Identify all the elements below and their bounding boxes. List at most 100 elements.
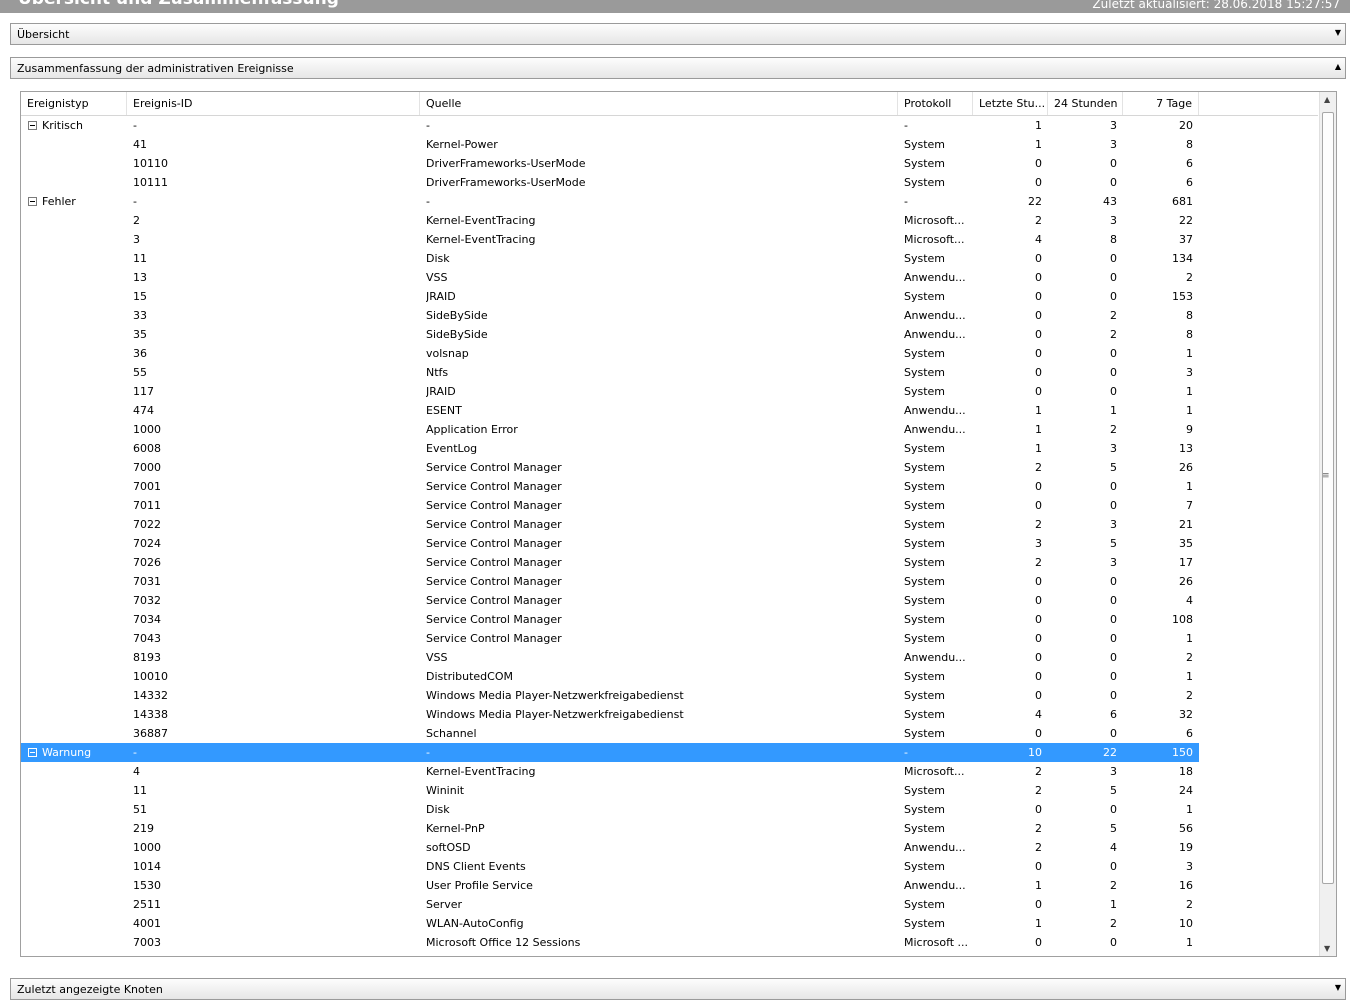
table-row[interactable]: 7026 Service Control Manager System 2 3 17	[21, 553, 1199, 572]
table-row[interactable]: 7034 Service Control Manager System 0 0 108	[21, 610, 1199, 629]
table-row[interactable]: 117 JRAID System 0 0 1	[21, 382, 1199, 401]
cell-log: System	[904, 784, 946, 797]
column-header-event-type[interactable]: Ereignistyp	[21, 92, 127, 115]
table-row[interactable]: 11 Disk System 0 0 134	[21, 249, 1199, 268]
cell-7-days: 8	[1186, 309, 1193, 322]
table-row[interactable]: 7024 Service Control Manager System 3 5 35	[21, 534, 1199, 553]
column-header-source[interactable]: Quelle	[420, 92, 898, 115]
cell-7-days: 56	[1179, 822, 1193, 835]
cell-last-hour: 0	[1035, 803, 1042, 816]
table-row[interactable]: 2511 Server System 0 1 2	[21, 895, 1199, 914]
column-header-last-hour[interactable]: Letzte Stu...	[973, 92, 1048, 115]
section-admin-events-header[interactable]: Zusammenfassung der administrativen Erei…	[10, 57, 1346, 79]
table-row[interactable]: 8193 VSS Anwendu... 0 0 2	[21, 648, 1199, 667]
column-header-event-id[interactable]: Ereignis-ID	[127, 92, 420, 115]
table-row[interactable]: 14332 Windows Media Player-Netzwerkfreiga…	[21, 686, 1199, 705]
table-row[interactable]: 6008 EventLog System 1 3 13	[21, 439, 1199, 458]
table-row[interactable]: 3 Kernel-EventTracing Microsoft... 4 8 37	[21, 230, 1199, 249]
cell-last-hour: 0	[1035, 727, 1042, 740]
cell-log: System	[904, 898, 946, 911]
cell-7-days: 26	[1179, 575, 1193, 588]
table-row[interactable]: 7031 Service Control Manager System 0 0 26	[21, 572, 1199, 591]
cell-last-hour: 0	[1035, 689, 1042, 702]
cell-event-type: Fehler	[28, 192, 126, 211]
cell-24-hours: 3	[1110, 214, 1117, 227]
table-row[interactable]: 7043 Service Control Manager System 0 0 1	[21, 629, 1199, 648]
table-row[interactable]: 474 ESENT Anwendu... 1 1 1	[21, 401, 1199, 420]
table-row[interactable]: 35 SideBySide Anwendu... 0 2 8	[21, 325, 1199, 344]
cell-event-id: 41	[133, 138, 147, 151]
cell-7-days: 19	[1179, 841, 1193, 854]
table-row[interactable]: 10110 DriverFrameworks-UserMode System 0 0 6	[21, 154, 1199, 173]
cell-last-hour: 0	[1035, 632, 1042, 645]
table-row[interactable]: 1000 softOSD Anwendu... 2 4 19	[21, 838, 1199, 857]
table-row[interactable]: 4 Kernel-EventTracing Microsoft... 2 3 18	[21, 762, 1199, 781]
table-row[interactable]: 55 Ntfs System 0 0 3	[21, 363, 1199, 382]
section-overview-header[interactable]: Übersicht ▼	[10, 23, 1346, 45]
table-row[interactable]: 36 volsnap System 0 0 1	[21, 344, 1199, 363]
cell-last-hour: 0	[1035, 613, 1042, 626]
cell-event-id: 8193	[133, 651, 161, 664]
table-row[interactable]: 219 Kernel-PnP System 2 5 56	[21, 819, 1199, 838]
table-row[interactable]: 1530 User Profile Service Anwendu... 1 2 16	[21, 876, 1199, 895]
cell-log: Anwendu...	[904, 879, 966, 892]
table-row[interactable]: 11 Wininit System 2 5 24	[21, 781, 1199, 800]
chevron-down-icon[interactable]: ▼	[1335, 28, 1341, 37]
table-row[interactable]: 51 Disk System 0 0 1	[21, 800, 1199, 819]
table-row[interactable]: 7022 Service Control Manager System 2 3 21	[21, 515, 1199, 534]
cell-event-type	[28, 800, 126, 819]
cell-7-days: 1	[1186, 670, 1193, 683]
table-row[interactable]: 10111 DriverFrameworks-UserMode System 0 0 6	[21, 173, 1199, 192]
table-row[interactable]: 15 JRAID System 0 0 153	[21, 287, 1199, 306]
table-row[interactable]: 36887 Schannel System 0 0 6	[21, 724, 1199, 743]
cell-log: System	[904, 613, 946, 626]
table-row[interactable]: 4001 WLAN-AutoConfig System 1 2 10	[21, 914, 1199, 933]
collapse-icon[interactable]	[28, 196, 37, 206]
scrollbar-thumb[interactable]	[1322, 112, 1334, 884]
cell-24-hours: 0	[1110, 632, 1117, 645]
cell-log: System	[904, 822, 946, 835]
cell-last-hour: 2	[1035, 822, 1042, 835]
table-row[interactable]: 13 VSS Anwendu... 0 0 2	[21, 268, 1199, 287]
table-row[interactable]: 7011 Service Control Manager System 0 0 7	[21, 496, 1199, 515]
table-row[interactable]: 1000 Application Error Anwendu... 1 2 9	[21, 420, 1199, 439]
table-group-row[interactable]: Fehler - - - 22 43 681	[21, 192, 1199, 211]
table-row[interactable]: 2 Kernel-EventTracing Microsoft... 2 3 22	[21, 211, 1199, 230]
cell-source: -	[426, 119, 430, 132]
cell-log: System	[904, 670, 946, 683]
table-row[interactable]: 7032 Service Control Manager System 0 0 4	[21, 591, 1199, 610]
table-row[interactable]: 14338 Windows Media Player-Netzwerkfreiga…	[21, 705, 1199, 724]
cell-24-hours: 3	[1110, 119, 1117, 132]
collapse-icon[interactable]	[28, 120, 37, 130]
table-row[interactable]: 41 Kernel-Power System 1 3 8	[21, 135, 1199, 154]
cell-last-hour: 0	[1035, 328, 1042, 341]
column-header-log[interactable]: Protokoll	[898, 92, 973, 115]
table-row[interactable]: 10010 DistributedCOM System 0 0 1	[21, 667, 1199, 686]
scroll-down-arrow-icon[interactable]: ▼	[1324, 944, 1330, 953]
collapse-icon[interactable]	[28, 747, 37, 757]
column-header-7-days[interactable]: 7 Tage	[1123, 92, 1199, 115]
table-row[interactable]: 7000 Service Control Manager System 2 5 26	[21, 458, 1199, 477]
chevron-down-icon[interactable]: ▼	[1335, 983, 1341, 992]
cell-24-hours: 5	[1110, 537, 1117, 550]
table-row[interactable]: 1014 DNS Client Events System 0 0 3	[21, 857, 1199, 876]
table-row[interactable]: 7001 Service Control Manager System 0 0 1	[21, 477, 1199, 496]
column-header-24-hours[interactable]: 24 Stunden	[1048, 92, 1123, 115]
cell-24-hours: 0	[1110, 689, 1117, 702]
chevron-up-icon[interactable]: ▲	[1335, 62, 1341, 71]
table-row[interactable]: 7003 Microsoft Office 12 Sessions Microsof…	[21, 933, 1199, 952]
cell-24-hours: 2	[1110, 917, 1117, 930]
table-row[interactable]: 33 SideBySide Anwendu... 0 2 8	[21, 306, 1199, 325]
scroll-up-arrow-icon[interactable]: ▲	[1324, 95, 1330, 104]
cell-event-id: 10111	[133, 176, 168, 189]
cell-log: -	[904, 119, 908, 132]
section-recent-nodes-header[interactable]: Zuletzt angezeigte Knoten ▼	[10, 978, 1346, 1000]
table-group-row[interactable]: Kritisch - - - 1 3 20	[21, 116, 1199, 135]
cell-7-days: 35	[1179, 537, 1193, 550]
table-group-row[interactable]: Warnung - - - 10 22 150	[21, 743, 1199, 762]
cell-event-id: 36	[133, 347, 147, 360]
cell-24-hours: 0	[1110, 803, 1117, 816]
vertical-scrollbar[interactable]: ▲ ≡ ▼	[1319, 92, 1336, 956]
cell-event-id: -	[133, 195, 137, 208]
cell-event-id: 7001	[133, 480, 161, 493]
